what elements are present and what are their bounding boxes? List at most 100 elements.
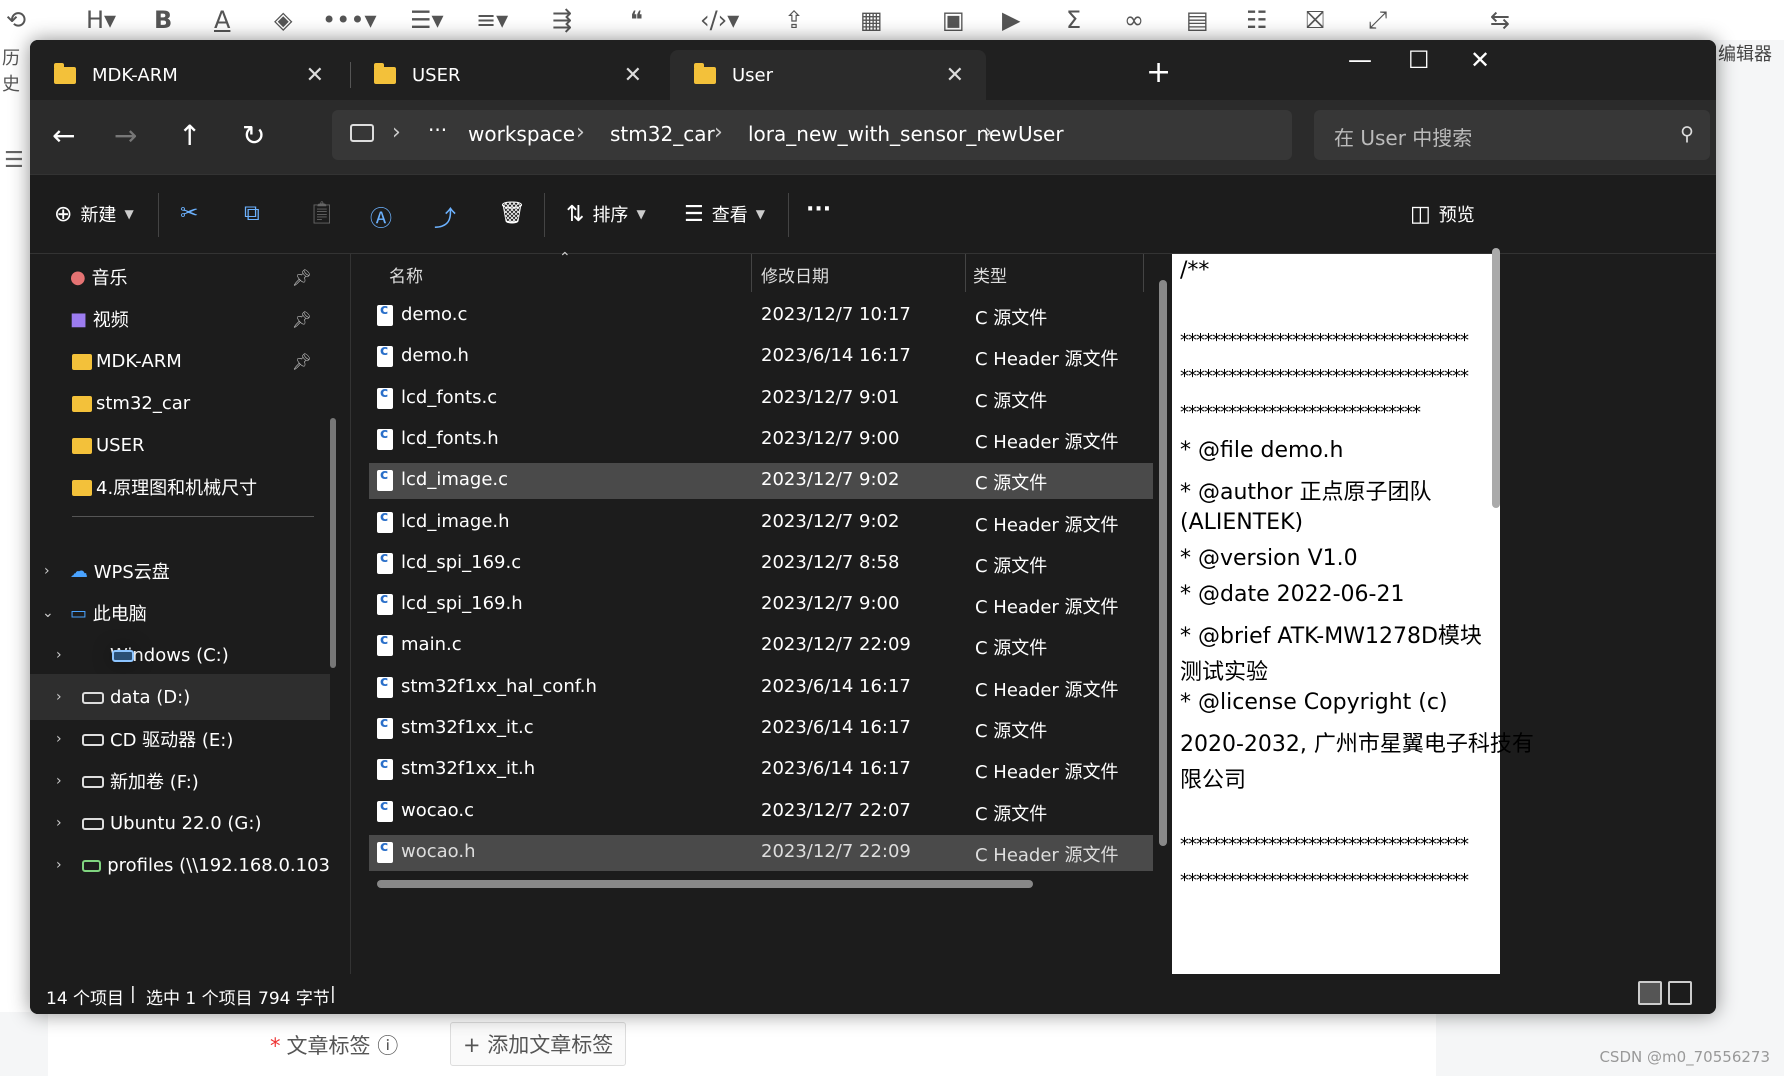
close-icon[interactable]: ✕ [946, 63, 964, 88]
table-row[interactable]: wocao.c 2023/12/7 22:07 C 源文件 [369, 794, 1153, 830]
pin-icon[interactable]: 📌︎ [292, 310, 312, 329]
chevron-right-icon[interactable]: › [56, 731, 62, 747]
chevron-right-icon[interactable]: › [56, 773, 62, 789]
more-icon[interactable]: •••▾ [322, 6, 377, 34]
forward-icon[interactable]: → [114, 122, 137, 150]
column-date[interactable]: 修改日期 [761, 262, 829, 287]
horizontal-scrollbar[interactable] [377, 880, 1033, 888]
sidebar-item-drive-d[interactable]: › data (D:) [30, 674, 330, 720]
code-icon[interactable]: ‹/›▾ [700, 6, 739, 34]
breadcrumb-workspace[interactable]: workspace [468, 122, 575, 146]
tab-user[interactable]: User ✕ [670, 50, 986, 100]
swap-icon[interactable]: ⇆ [1490, 6, 1510, 34]
delete-button[interactable]: 🗑︎ [498, 201, 526, 226]
chevron-right-icon[interactable]: › [56, 689, 62, 705]
copy-button[interactable]: ⧉ [244, 201, 260, 226]
sidebar-item-user[interactable]: USER [30, 422, 330, 468]
view-button[interactable]: ☰ 查看 ▼ [684, 201, 765, 227]
minimize-icon[interactable]: — [1348, 46, 1372, 74]
tab-user-upper[interactable]: USER ✕ [350, 50, 664, 100]
table-row[interactable]: lcd_image.c 2023/12/7 9:02 C 源文件 [369, 463, 1153, 500]
table-row[interactable]: demo.c 2023/12/7 10:17 C 源文件 [369, 298, 1153, 334]
table-row[interactable]: demo.h 2023/6/14 16:17 C Header 源文件 [369, 339, 1153, 375]
toc-icon[interactable]: ☷ [1246, 6, 1268, 34]
sidebar-item-mdk-arm[interactable]: MDK-ARM 📌︎ [30, 338, 330, 384]
sidebar-item-drive-g[interactable]: › Ubuntu 22.0 (G:) [30, 800, 330, 846]
chevron-right-icon[interactable]: › [56, 815, 62, 831]
search-box[interactable]: 在 User 中搜索 ⚲ [1314, 110, 1710, 160]
vertical-scrollbar[interactable] [1159, 280, 1167, 846]
tiles-view-icon[interactable] [1668, 981, 1692, 1005]
tab-mdk-arm[interactable]: MDK-ARM ✕ [30, 50, 346, 100]
indent-icon[interactable]: ⇶ [552, 6, 572, 34]
add-tag-button[interactable]: + 添加文章标签 [450, 1022, 627, 1066]
heading-icon[interactable]: H▾ [86, 6, 116, 34]
breadcrumb-ellipsis[interactable]: ··· [428, 118, 447, 142]
chevron-right-icon[interactable]: › [984, 120, 993, 145]
sidebar-item-drive-f[interactable]: › 新加卷 (F:) [30, 758, 330, 804]
sidebar-item-video[interactable]: ■ 视频 📌︎ [30, 296, 330, 342]
sidebar-item-drive-c[interactable]: › Windows (C:) [30, 632, 330, 678]
rename-button[interactable]: Ⓐ [370, 201, 392, 233]
fullscreen-icon[interactable]: ⤢ [1368, 6, 1387, 34]
paint-bucket-icon[interactable]: ◈ [274, 6, 292, 34]
formula-icon[interactable]: Σ [1066, 6, 1081, 34]
align-icon[interactable]: ≡▾ [476, 6, 508, 34]
bold-icon[interactable]: B [154, 6, 172, 34]
chevron-right-icon[interactable]: › [56, 857, 62, 873]
table-row[interactable]: lcd_image.h 2023/12/7 9:02 C Header 源文件 [369, 505, 1153, 541]
preview-scrollbar[interactable] [1492, 248, 1500, 508]
link-icon[interactable]: ∞ [1124, 6, 1144, 34]
table-row[interactable]: lcd_fonts.c 2023/12/7 9:01 C 源文件 [369, 381, 1153, 417]
sidebar-item-drive-e[interactable]: › CD 驱动器 (E:) [30, 716, 330, 762]
outline-icon[interactable]: ☰ [4, 148, 24, 173]
new-tab-icon[interactable]: + [1146, 58, 1171, 88]
help-icon[interactable]: ⓘ [377, 1034, 398, 1058]
chevron-right-icon[interactable]: › [576, 120, 585, 145]
video-icon[interactable]: ▶ [1002, 6, 1020, 34]
table-row[interactable]: stm32f1xx_it.c 2023/6/14 16:17 C 源文件 [369, 711, 1153, 747]
breadcrumb-stm32-car[interactable]: stm32_car [610, 122, 715, 146]
close-icon[interactable]: ✕ [624, 63, 642, 88]
preview-button[interactable]: ◫ 预览 [1410, 201, 1475, 227]
chevron-right-icon[interactable]: › [56, 647, 62, 663]
table-row[interactable]: lcd_fonts.h 2023/12/7 9:00 C Header 源文件 [369, 422, 1153, 458]
table-row[interactable]: lcd_spi_169.h 2023/12/7 9:00 C Header 源文件 [369, 587, 1153, 623]
chevron-right-icon[interactable]: › [44, 563, 50, 579]
template-icon[interactable]: ▤ [1186, 6, 1209, 34]
address-bar[interactable]: › ··· workspace › stm32_car › lora_new_w… [332, 110, 1292, 160]
quote-icon[interactable]: ❝ [630, 6, 643, 34]
sidebar-item-this-pc[interactable]: ⌄ ▭ 此电脑 [30, 590, 330, 636]
search-input[interactable]: 在 User 中搜索 [1334, 122, 1472, 151]
new-button[interactable]: ⊕ 新建 ▼ [54, 201, 134, 227]
table-row[interactable]: wocao.h 2023/12/7 22:09 C Header 源文件 [369, 834, 1153, 871]
draft-icon[interactable]: ⛝ [1306, 6, 1324, 34]
window-close-icon[interactable]: ✕ [1470, 46, 1490, 74]
refresh-icon[interactable]: ↻ [242, 122, 265, 150]
details-view-icon[interactable] [1638, 981, 1662, 1005]
table-row[interactable]: stm32f1xx_it.h 2023/6/14 16:17 C Header 源文… [369, 752, 1153, 788]
font-color-icon[interactable]: A [214, 6, 230, 34]
paste-button[interactable]: 📋︎ [308, 201, 336, 226]
column-divider[interactable] [965, 254, 966, 292]
sidebar-item-music[interactable]: ● 音乐 📌︎ [30, 254, 330, 300]
breadcrumb-lora[interactable]: lora_new_with_sensor_new [748, 122, 1018, 146]
bullet-list-icon[interactable]: ☰▾ [410, 6, 444, 34]
pin-icon[interactable]: 📌︎ [292, 352, 312, 371]
more-options-button[interactable]: ··· [806, 197, 831, 222]
back-icon[interactable]: ← [52, 122, 75, 150]
history-icon[interactable]: ⟲ [6, 6, 26, 34]
table-icon[interactable]: ▦ [860, 6, 883, 34]
column-divider[interactable] [1143, 254, 1144, 292]
chevron-right-icon[interactable]: › [714, 120, 723, 145]
share-button[interactable]: ⤴ [434, 201, 456, 233]
up-icon[interactable]: ↑ [178, 122, 201, 150]
chevron-down-icon[interactable]: ⌄ [42, 605, 54, 621]
sidebar-item-stm32-car[interactable]: stm32_car [30, 380, 330, 426]
sidebar-scrollbar[interactable] [330, 418, 336, 668]
column-name[interactable]: 名称 [389, 262, 423, 287]
sidebar-item-schematics[interactable]: 4.原理图和机械尺寸 [30, 464, 330, 510]
maximize-icon[interactable]: ☐ [1408, 46, 1430, 74]
chevron-right-icon[interactable]: › [392, 120, 401, 145]
breadcrumb-user[interactable]: User [1018, 122, 1064, 146]
